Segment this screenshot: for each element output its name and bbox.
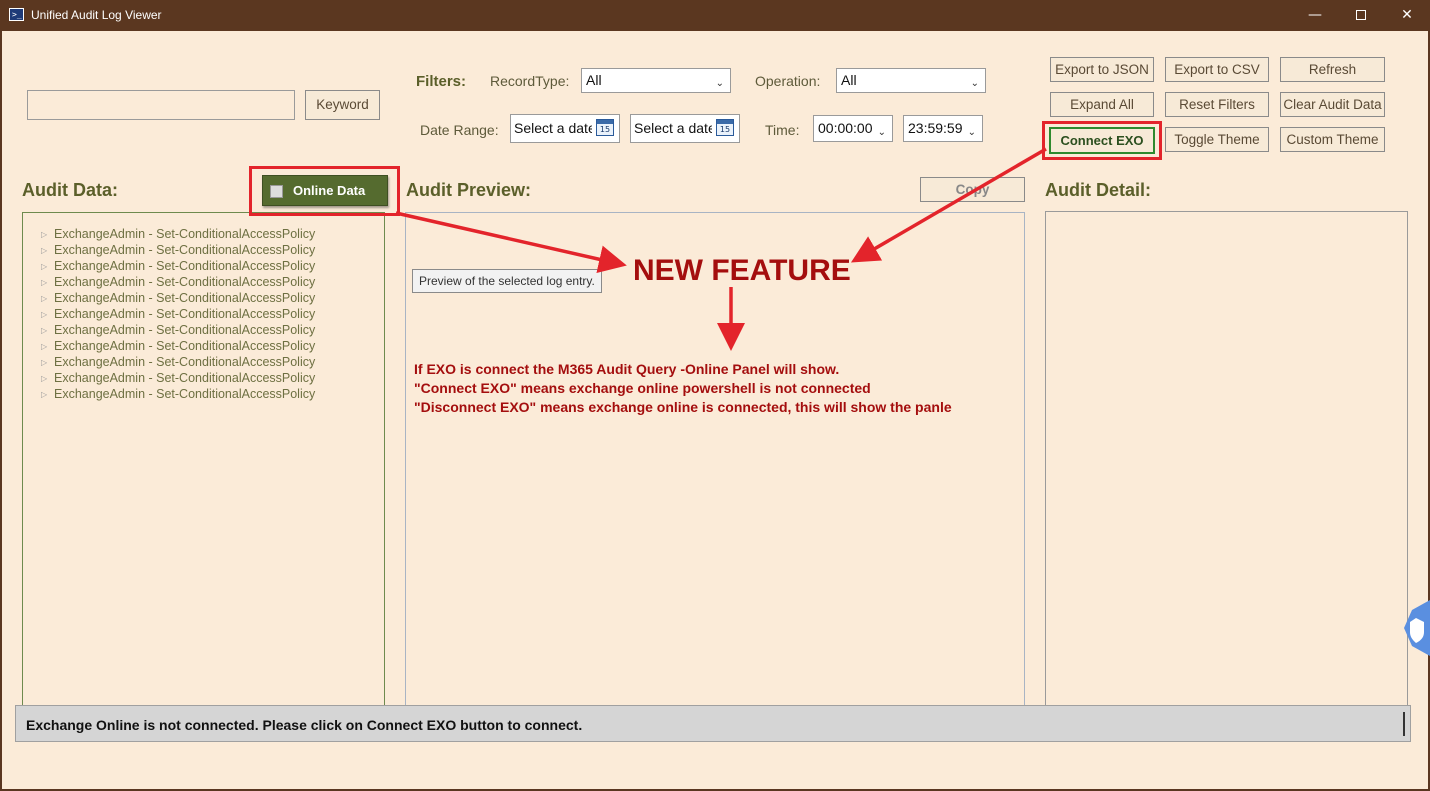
connect-exo-highlight xyxy=(1042,121,1162,160)
expand-all-button[interactable]: Expand All xyxy=(1050,92,1154,117)
search-input[interactable] xyxy=(27,90,295,120)
expand-arrow-icon[interactable]: ▷ xyxy=(41,310,54,319)
audit-data-tree[interactable]: ▷ ExchangeAdmin - Set-ConditionalAccessPo… xyxy=(22,212,385,722)
calendar-icon[interactable]: 15 xyxy=(716,119,734,136)
new-feature-headline: NEW FEATURE xyxy=(633,254,851,287)
time-from-select[interactable]: 00:00:00 ⌄ xyxy=(813,115,893,142)
date-range-label: Date Range: xyxy=(420,122,499,138)
reset-filters-button[interactable]: Reset Filters xyxy=(1165,92,1269,117)
chevron-down-icon: ⌄ xyxy=(967,127,976,138)
time-to-select[interactable]: 23:59:59 ⌄ xyxy=(903,115,983,142)
shield-icon[interactable] xyxy=(1402,600,1430,656)
tree-item-label: ExchangeAdmin - Set-ConditionalAccessPol… xyxy=(54,387,316,401)
chevron-down-icon: ⌄ xyxy=(715,78,724,89)
record-type-label: RecordType: xyxy=(490,73,570,89)
clear-audit-data-button[interactable]: Clear Audit Data xyxy=(1280,92,1385,117)
online-data-highlight xyxy=(249,166,400,216)
close-button[interactable]: ✕ xyxy=(1384,0,1430,31)
audit-detail-panel[interactable] xyxy=(1045,211,1408,722)
annotation-line-3: "Disconnect EXO" means exchange online i… xyxy=(414,399,952,415)
tree-item[interactable]: ▷ ExchangeAdmin - Set-ConditionalAccessPo… xyxy=(41,307,315,321)
expand-arrow-icon[interactable]: ▷ xyxy=(41,278,54,287)
keyword-button[interactable]: Keyword xyxy=(305,90,380,120)
export-json-button[interactable]: Export to JSON xyxy=(1050,57,1154,82)
tree-item[interactable]: ▷ ExchangeAdmin - Set-ConditionalAccessPo… xyxy=(41,339,315,353)
annotation-line-2: "Connect EXO" means exchange online powe… xyxy=(414,380,871,396)
minimize-button[interactable]: — xyxy=(1292,0,1338,31)
tree-item[interactable]: ▷ ExchangeAdmin - Set-ConditionalAccessPo… xyxy=(41,259,315,273)
export-csv-button[interactable]: Export to CSV xyxy=(1165,57,1269,82)
tree-item[interactable]: ▷ ExchangeAdmin - Set-ConditionalAccessPo… xyxy=(41,323,315,337)
tree-item-label: ExchangeAdmin - Set-ConditionalAccessPol… xyxy=(54,259,316,273)
tree-item-label: ExchangeAdmin - Set-ConditionalAccessPol… xyxy=(54,243,316,257)
maximize-button[interactable] xyxy=(1338,0,1384,31)
tree-item[interactable]: ▷ ExchangeAdmin - Set-ConditionalAccessPo… xyxy=(41,387,315,401)
record-type-value: All xyxy=(586,72,602,88)
tree-item[interactable]: ▷ ExchangeAdmin - Set-ConditionalAccessPo… xyxy=(41,355,315,369)
chevron-down-icon: ⌄ xyxy=(970,78,979,89)
expand-arrow-icon[interactable]: ▷ xyxy=(41,230,54,239)
annotation-line-1: If EXO is connect the M365 Audit Query -… xyxy=(414,361,840,377)
tree-item[interactable]: ▷ ExchangeAdmin - Set-ConditionalAccessPo… xyxy=(41,243,315,257)
record-type-select[interactable]: All ⌄ xyxy=(581,68,731,93)
maximize-icon xyxy=(1356,10,1366,20)
status-bar: Exchange Online is not connected. Please… xyxy=(15,705,1411,742)
expand-arrow-icon[interactable]: ▷ xyxy=(41,342,54,351)
tree-item-label: ExchangeAdmin - Set-ConditionalAccessPol… xyxy=(54,291,316,305)
expand-arrow-icon[interactable]: ▷ xyxy=(41,374,54,383)
tree-item-label: ExchangeAdmin - Set-ConditionalAccessPol… xyxy=(54,227,316,241)
powershell-icon: >_ xyxy=(9,8,24,21)
operation-label: Operation: xyxy=(755,73,821,89)
tree-item[interactable]: ▷ ExchangeAdmin - Set-ConditionalAccessPo… xyxy=(41,371,315,385)
tree-item-label: ExchangeAdmin - Set-ConditionalAccessPol… xyxy=(54,339,316,353)
filters-label: Filters: xyxy=(416,73,467,90)
audit-preview-title: Audit Preview: xyxy=(406,180,532,200)
expand-arrow-icon[interactable]: ▷ xyxy=(41,246,54,255)
time-label: Time: xyxy=(765,122,800,138)
expand-arrow-icon[interactable]: ▷ xyxy=(41,262,54,271)
date-from-picker[interactable]: Select a date 15 xyxy=(510,114,620,143)
date-from-text: Select a date xyxy=(514,120,592,136)
tree-item-label: ExchangeAdmin - Set-ConditionalAccessPol… xyxy=(54,323,316,337)
custom-theme-button[interactable]: Custom Theme xyxy=(1280,127,1385,152)
tree-item-label: ExchangeAdmin - Set-ConditionalAccessPol… xyxy=(54,275,316,289)
expand-arrow-icon[interactable]: ▷ xyxy=(41,358,54,367)
expand-arrow-icon[interactable]: ▷ xyxy=(41,294,54,303)
window-title: Unified Audit Log Viewer xyxy=(31,8,162,22)
tree-item-label: ExchangeAdmin - Set-ConditionalAccessPol… xyxy=(54,307,316,321)
operation-select[interactable]: All ⌄ xyxy=(836,68,986,93)
refresh-button[interactable]: Refresh xyxy=(1280,57,1385,82)
time-to-value: 23:59:59 xyxy=(908,120,963,136)
status-message: Exchange Online is not connected. Please… xyxy=(26,717,583,733)
tree-item-label: ExchangeAdmin - Set-ConditionalAccessPol… xyxy=(54,355,316,369)
expand-arrow-icon[interactable]: ▷ xyxy=(41,326,54,335)
preview-tooltip: Preview of the selected log entry. xyxy=(412,269,602,293)
date-to-text: Select a date xyxy=(634,120,712,136)
calendar-icon[interactable]: 15 xyxy=(596,119,614,136)
date-to-picker[interactable]: Select a date 15 xyxy=(630,114,740,143)
audit-data-title: Audit Data: xyxy=(22,180,118,200)
tree-item[interactable]: ▷ ExchangeAdmin - Set-ConditionalAccessPo… xyxy=(41,275,315,289)
tree-item[interactable]: ▷ ExchangeAdmin - Set-ConditionalAccessPo… xyxy=(41,291,315,305)
tree-item[interactable]: ▷ ExchangeAdmin - Set-ConditionalAccessPo… xyxy=(41,227,315,241)
audit-detail-title: Audit Detail: xyxy=(1045,180,1151,200)
status-separator xyxy=(1403,712,1405,736)
time-from-value: 00:00:00 xyxy=(818,120,873,136)
toggle-theme-button[interactable]: Toggle Theme xyxy=(1165,127,1269,152)
chevron-down-icon: ⌄ xyxy=(877,127,886,138)
tree-item-label: ExchangeAdmin - Set-ConditionalAccessPol… xyxy=(54,371,316,385)
expand-arrow-icon[interactable]: ▷ xyxy=(41,390,54,399)
copy-button[interactable]: Copy xyxy=(920,177,1025,202)
operation-value: All xyxy=(841,72,857,88)
title-bar: >_ Unified Audit Log Viewer — ✕ xyxy=(0,0,1430,31)
